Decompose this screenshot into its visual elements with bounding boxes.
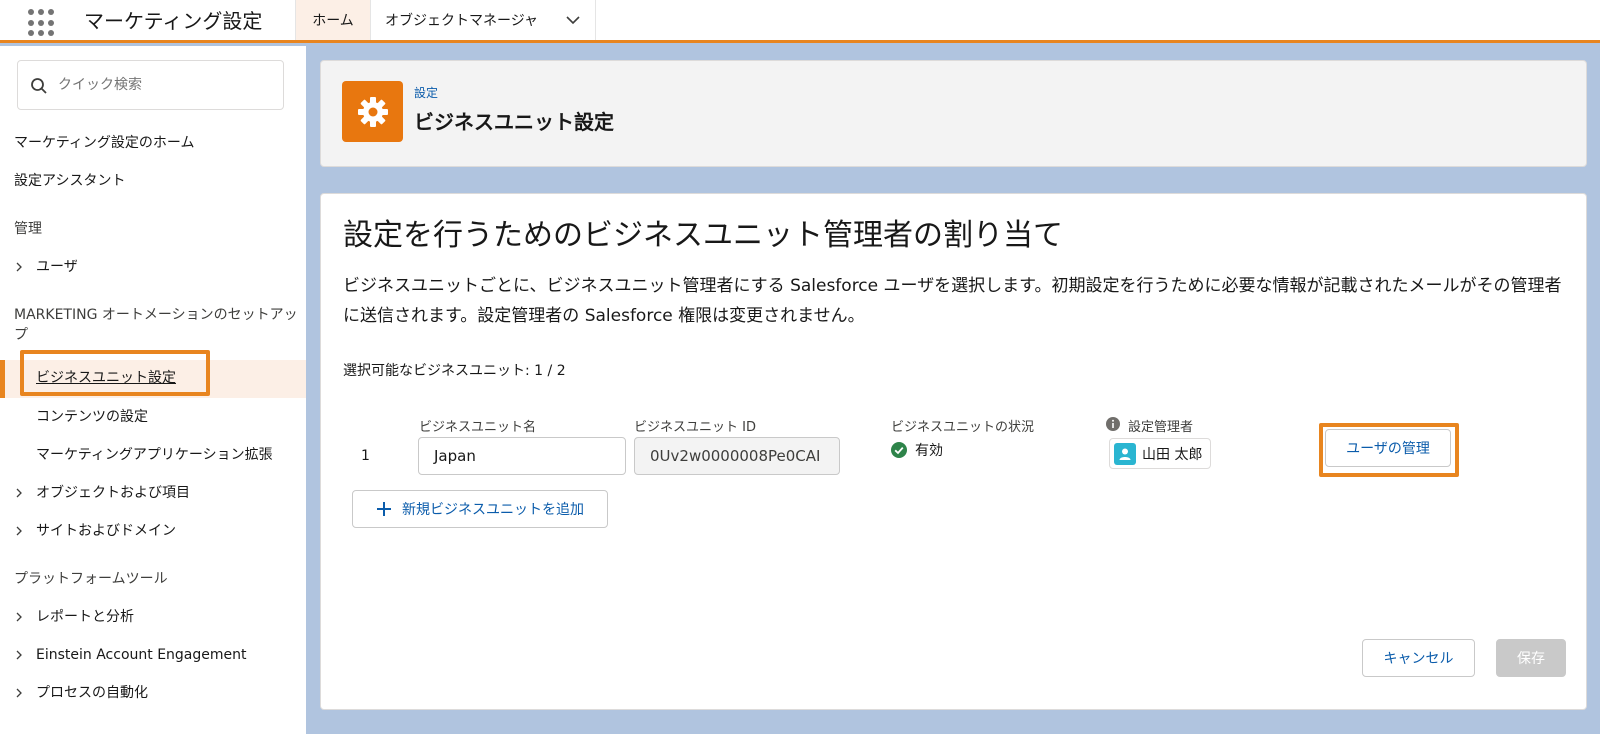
quick-find-input[interactable] [58,73,268,97]
app-launcher-icon[interactable] [26,7,58,39]
setup-sidebar: マーケティング設定のホーム 設定アシスタント 管理 ユーザ MARKETING … [0,46,306,734]
nav-objects-fields[interactable]: オブジェクトおよび項目 [36,483,190,503]
tab-object-manager-label: オブジェクトマネージャ [385,13,539,29]
nav-users[interactable]: ユーザ [36,257,78,277]
add-icon [377,502,391,516]
chevron-right-icon[interactable] [14,526,24,536]
admin-user-name: 山田 太郎 [1142,446,1203,463]
business-unit-assignment-card: 設定を行うためのビジネスユニット管理者の割り当て ビジネスユニットごとに、ビジネ… [320,193,1587,710]
chevron-right-icon[interactable] [14,612,24,622]
breadcrumb[interactable]: 設定 [414,84,438,101]
tab-home[interactable]: ホーム [295,0,371,40]
business-unit-id-field: 0Uv2w0000008Pe0CAI [634,437,840,475]
card-description: ビジネスユニットごとに、ビジネスユニット管理者にする Salesforce ユー… [343,276,1562,326]
chevron-right-icon[interactable] [14,488,24,498]
chevron-right-icon[interactable] [14,262,24,272]
nav-reports-analytics[interactable]: レポートと分析 [36,607,134,627]
column-business-unit-id: ビジネスユニット ID [634,420,756,435]
manage-users-button[interactable]: ユーザの管理 [1325,429,1451,467]
page-title: ビジネスユニット設定 [414,110,614,134]
chevron-right-icon[interactable] [14,688,24,698]
nav-process-automation[interactable]: プロセスの自動化 [36,683,148,703]
info-icon[interactable] [1106,417,1120,431]
page-header: 設定 ビジネスユニット設定 [320,60,1587,167]
quick-find-box[interactable] [17,60,284,110]
nav-sites-domains[interactable]: サイトおよびドメイン [36,521,176,541]
nav-setup-assistant[interactable]: 設定アシスタント [14,171,125,191]
nav-einstein-account-engagement[interactable]: Einstein Account Engagement [36,645,247,665]
nav-active-indicator [0,360,5,398]
app-title: マーケティング設定 [84,9,263,33]
available-business-units-count: 選択可能なビジネスユニット: 1 / 2 [343,363,566,379]
row-number: 1 [361,448,370,464]
status-text: 有効 [915,443,943,459]
nav-marketing-app-extensions[interactable]: マーケティングアプリケーション拡張 [36,445,273,465]
add-business-unit-button[interactable]: 新規ビジネスユニットを追加 [352,490,608,528]
global-header: マーケティング設定 ホーム オブジェクトマネージャ [0,0,1600,43]
card-title: 設定を行うためのビジネスユニット管理者の割り当て [343,218,1063,253]
section-marketing-automation: MARKETING オートメーションのセットアップ [14,307,298,343]
business-unit-name-field[interactable]: Japan [418,437,626,475]
column-business-unit-name: ビジネスユニット名 [419,420,537,435]
search-icon [31,78,47,94]
section-platform-tools: プラットフォームツール [14,571,168,587]
gear-icon [342,81,403,142]
user-avatar-icon [1114,442,1136,465]
status-badge: 有効 [891,440,943,460]
column-setup-admin: 設定管理者 [1128,420,1194,435]
check-circle-icon [891,442,907,458]
column-business-unit-status: ビジネスユニットの状況 [891,420,1035,435]
nav-marketing-setup-home[interactable]: マーケティング設定のホーム [14,133,194,153]
chevron-right-icon[interactable] [14,650,24,660]
nav-content-setup[interactable]: コンテンツの設定 [36,407,148,427]
tab-object-manager[interactable]: オブジェクトマネージャ [371,0,596,40]
admin-user-pill[interactable]: 山田 太郎 [1109,438,1212,469]
add-business-unit-label: 新規ビジネスユニットを追加 [402,502,584,518]
chevron-down-icon[interactable] [565,12,581,28]
section-admin: 管理 [14,221,42,237]
save-button[interactable]: 保存 [1496,639,1566,677]
cancel-button[interactable]: キャンセル [1362,639,1475,677]
highlight-business-unit-setup [20,350,210,396]
